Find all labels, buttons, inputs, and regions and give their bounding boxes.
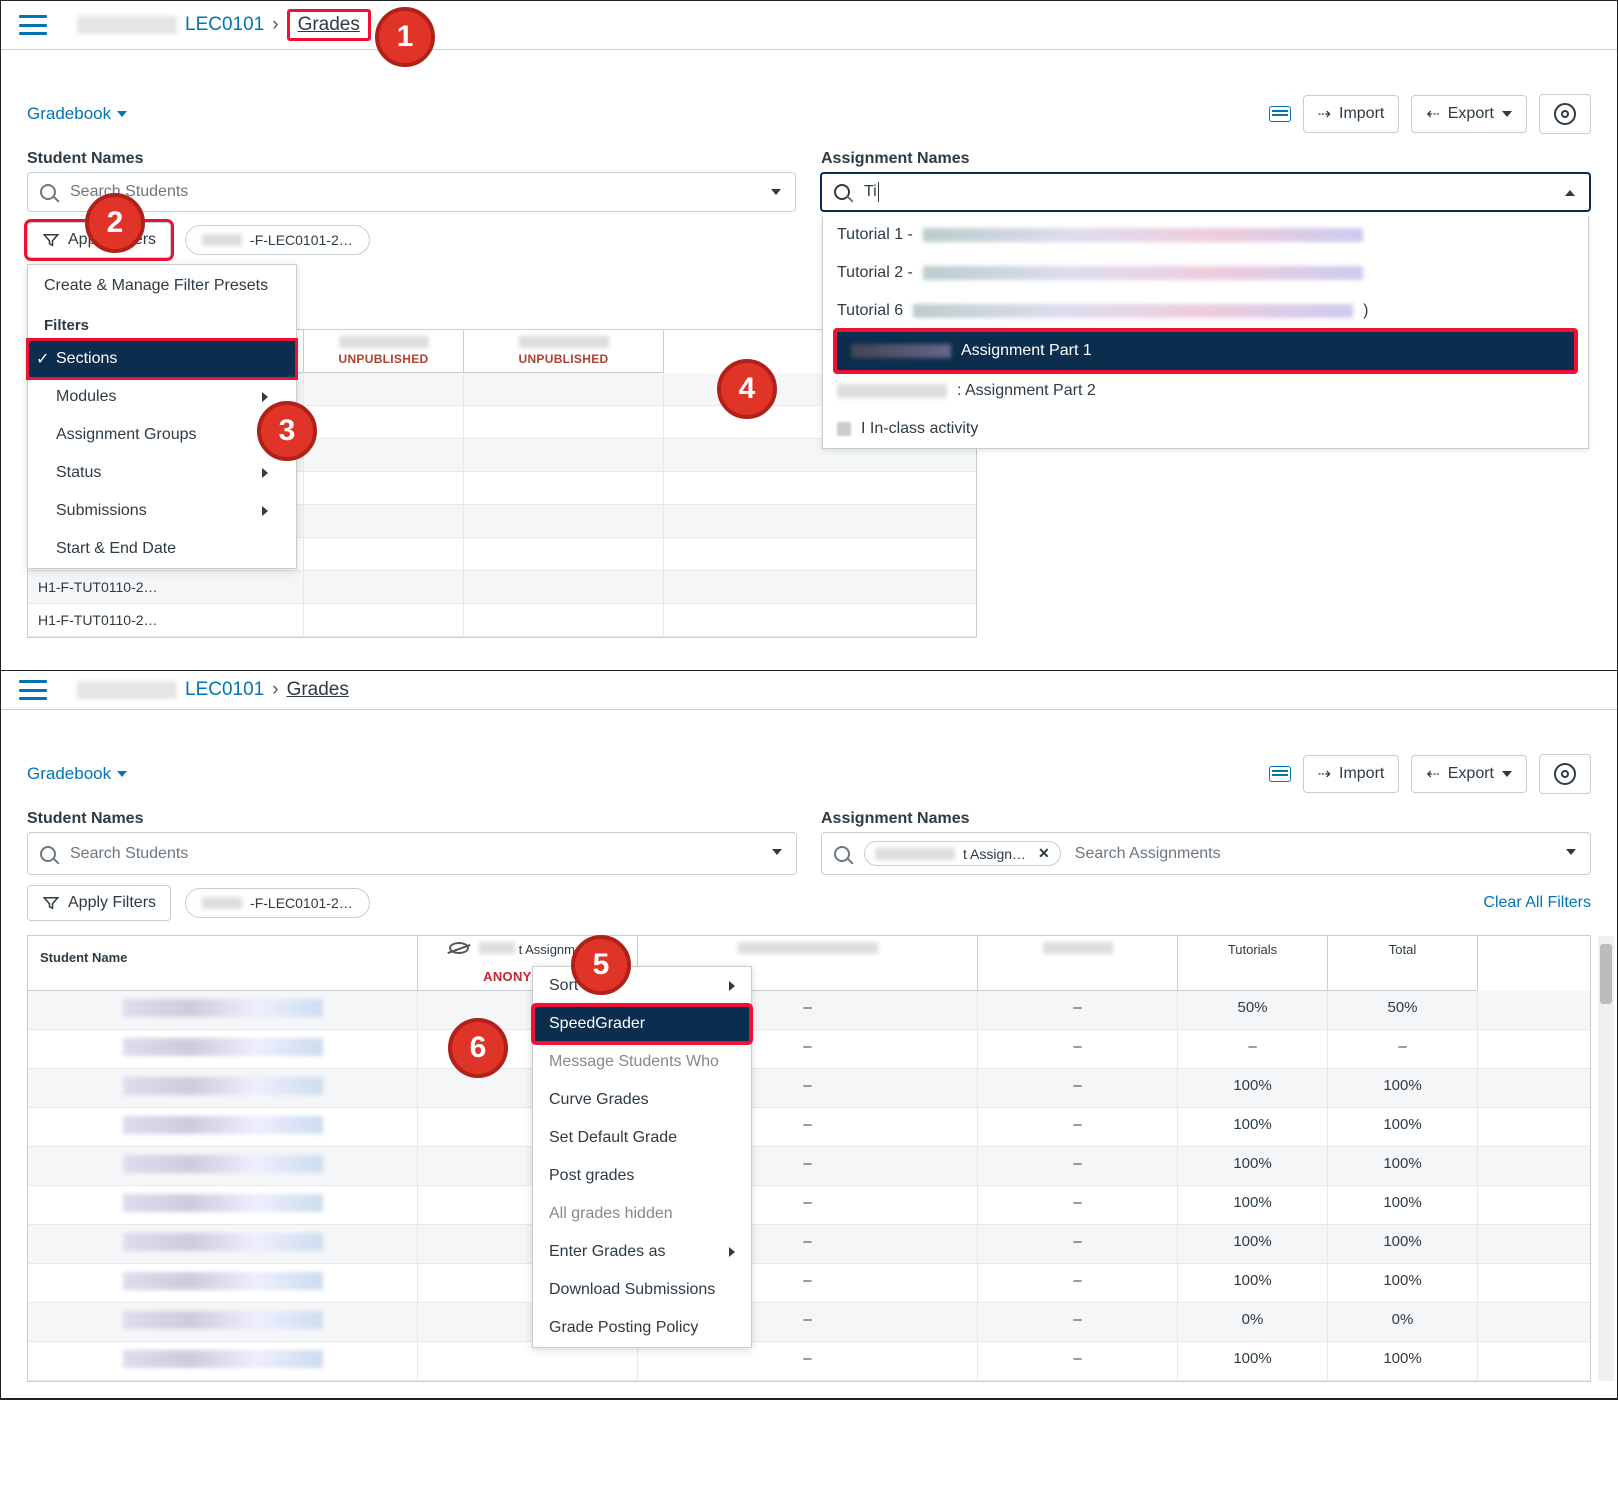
gradebook-dropdown[interactable]: Gradebook bbox=[27, 764, 127, 784]
col-unpub2: UNPUBLISHED bbox=[464, 330, 664, 373]
callout-1: 1 bbox=[375, 7, 435, 67]
hamburger-icon[interactable] bbox=[19, 15, 47, 35]
assignment-names-label: Assignment Names bbox=[821, 810, 1591, 828]
settings-button[interactable] bbox=[1539, 754, 1591, 794]
col-student-name[interactable]: Student Name bbox=[28, 936, 418, 991]
menu-download-subs[interactable]: Download Submissions bbox=[533, 1271, 751, 1309]
dd-item-tutorial6[interactable]: Tutorial 6) bbox=[823, 292, 1588, 330]
menu-sort-by[interactable]: Sort by bbox=[533, 967, 751, 1005]
search-students-input[interactable]: Search Students bbox=[27, 172, 796, 212]
table-row: H1-F-TUT0110-2… bbox=[28, 604, 304, 636]
dd-item-tutorial2[interactable]: Tutorial 2 - bbox=[823, 254, 1588, 292]
clear-all-filters[interactable]: Clear All Filters bbox=[1483, 894, 1591, 912]
settings-button[interactable] bbox=[1539, 94, 1591, 134]
filter-status[interactable]: Status bbox=[28, 454, 296, 492]
breadcrumb: LEC0101 › Grades bbox=[77, 679, 349, 701]
student-names-label: Student Names bbox=[27, 150, 797, 168]
import-button[interactable]: ⇢ Import bbox=[1303, 755, 1400, 793]
filters-heading: Filters bbox=[28, 307, 296, 340]
course-link[interactable]: LEC0101 bbox=[185, 679, 264, 701]
assignment-chip[interactable]: t Assign…✕ bbox=[864, 841, 1061, 866]
close-icon[interactable]: ✕ bbox=[1038, 845, 1050, 862]
dd-item-tutorial1[interactable]: Tutorial 1 - bbox=[823, 216, 1588, 254]
keyboard-shortcuts-icon[interactable] bbox=[1269, 766, 1291, 782]
menu-curve-grades[interactable]: Curve Grades bbox=[533, 1081, 751, 1119]
menu-all-hidden: All grades hidden bbox=[533, 1195, 751, 1233]
hamburger-icon[interactable] bbox=[19, 680, 47, 700]
callout-4: 4 bbox=[717, 359, 777, 419]
col-redacted2[interactable] bbox=[978, 936, 1178, 991]
menu-enter-grades-as[interactable]: Enter Grades as bbox=[533, 1233, 751, 1271]
search-assignments-input[interactable]: t Assign…✕ Search Assignments bbox=[821, 832, 1591, 875]
course-link[interactable]: LEC0101 bbox=[185, 14, 264, 36]
col-unpub1: UNPUBLISHED bbox=[304, 330, 464, 373]
menu-message-students: Message Students Who bbox=[533, 1043, 751, 1081]
keyboard-shortcuts-icon[interactable] bbox=[1269, 106, 1291, 122]
filter-icon bbox=[42, 231, 60, 249]
filter-assignment-groups[interactable]: Assignment Groups bbox=[28, 416, 296, 454]
apply-filters-button[interactable]: Apply Filters bbox=[27, 885, 171, 921]
menu-post-grades[interactable]: Post grades bbox=[533, 1157, 751, 1195]
table-row: H1-F-TUT0110-2… bbox=[28, 571, 304, 603]
callout-3: 3 bbox=[257, 401, 317, 461]
assignment-names-label: Assignment Names bbox=[821, 150, 1591, 168]
breadcrumb: LEC0101 › Grades bbox=[77, 9, 371, 41]
callout-5: 5 bbox=[571, 935, 631, 995]
filter-submissions[interactable]: Submissions bbox=[28, 492, 296, 530]
menu-set-default[interactable]: Set Default Grade bbox=[533, 1119, 751, 1157]
page-title: Grades bbox=[298, 14, 360, 35]
callout-2: 2 bbox=[85, 193, 145, 253]
filter-start-end[interactable]: Start & End Date bbox=[28, 530, 296, 568]
export-button[interactable]: ⇠ Export bbox=[1411, 95, 1527, 133]
menu-grade-policy[interactable]: Grade Posting Policy bbox=[533, 1309, 751, 1347]
import-button[interactable]: ⇢ Import bbox=[1303, 95, 1400, 133]
grade-table-body: ––50%50% –––– ––100%100% ––100%100% ––10… bbox=[28, 991, 1590, 1381]
column-menu: Sort by SpeedGrader Message Students Who… bbox=[532, 966, 752, 1348]
dd-item-assignment2[interactable]: : Assignment Part 2 bbox=[823, 372, 1588, 410]
col-tutorials[interactable]: Tutorials bbox=[1178, 936, 1328, 991]
filter-icon bbox=[42, 894, 60, 912]
student-names-label: Student Names bbox=[27, 810, 797, 828]
assignment-dropdown: Tutorial 1 - Tutorial 2 - Tutorial 6) As… bbox=[822, 216, 1589, 449]
create-filter-presets[interactable]: Create & Manage Filter Presets bbox=[28, 265, 296, 307]
col-total[interactable]: Total bbox=[1328, 936, 1478, 991]
gradebook-dropdown[interactable]: Gradebook bbox=[27, 104, 127, 124]
callout-6: 6 bbox=[448, 1018, 508, 1078]
filters-popover: Create & Manage Filter Presets Filters S… bbox=[27, 264, 297, 569]
export-button[interactable]: ⇠ Export bbox=[1411, 755, 1527, 793]
filter-chip-section[interactable]: -F-LEC0101-2… bbox=[185, 225, 370, 255]
scrollbar[interactable] bbox=[1598, 936, 1614, 1381]
filter-sections[interactable]: Sections bbox=[28, 340, 296, 378]
dd-item-inclass[interactable]: I In-class activity bbox=[823, 410, 1588, 448]
search-assignments-input[interactable]: Ti Tutorial 1 - Tutorial 2 - Tutorial 6)… bbox=[820, 172, 1591, 212]
dd-item-assignment1[interactable]: Assignment Part 1 bbox=[837, 332, 1574, 370]
menu-speedgrader[interactable]: SpeedGrader bbox=[533, 1005, 751, 1043]
filter-modules[interactable]: Modules bbox=[28, 378, 296, 416]
eye-off-icon bbox=[449, 942, 469, 954]
search-students-input[interactable]: Search Students bbox=[27, 832, 797, 875]
filter-chip-section[interactable]: -F-LEC0101-2… bbox=[185, 888, 370, 918]
page-title: Grades bbox=[287, 679, 349, 701]
